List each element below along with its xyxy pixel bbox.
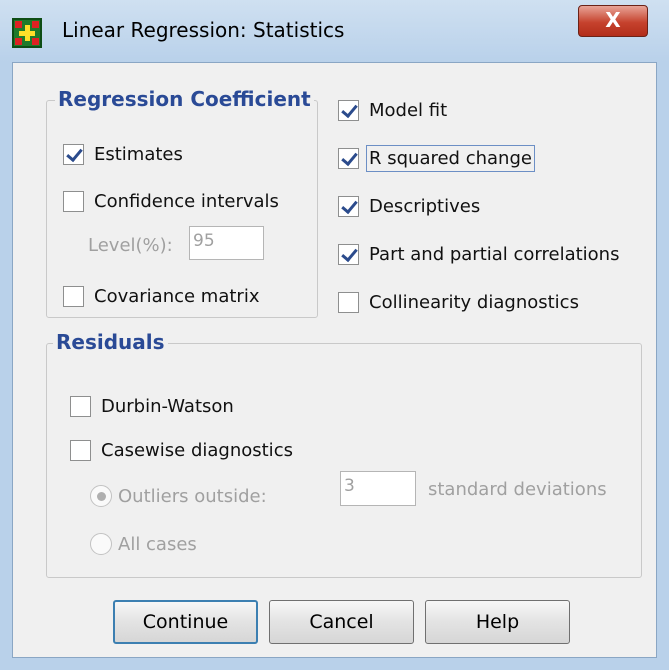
outliers-outside-label: Outliers outside: xyxy=(118,485,267,507)
part-partial-correlations-option[interactable]: Part and partial correlations xyxy=(338,244,619,265)
outliers-outside-option[interactable]: Outliers outside: xyxy=(90,485,267,507)
window-title: Linear Regression: Statistics xyxy=(62,18,345,42)
descriptives-option[interactable]: Descriptives xyxy=(338,196,480,217)
durbin-watson-checkbox[interactable] xyxy=(70,396,91,417)
durbin-watson-label: Durbin-Watson xyxy=(101,396,234,417)
r-squared-change-checkbox[interactable] xyxy=(338,148,359,169)
all-cases-label: All cases xyxy=(118,533,197,555)
collinearity-diagnostics-checkbox[interactable] xyxy=(338,292,359,313)
collinearity-diagnostics-label: Collinearity diagnostics xyxy=(369,292,579,313)
dialog-window: Linear Regression: Statistics X Regressi… xyxy=(0,0,669,670)
part-partial-correlations-checkbox[interactable] xyxy=(338,244,359,265)
all-cases-option[interactable]: All cases xyxy=(90,533,197,555)
level-input[interactable]: 95 xyxy=(189,226,264,260)
confidence-intervals-label: Confidence intervals xyxy=(94,191,279,212)
residuals-title: Residuals xyxy=(53,330,168,354)
durbin-watson-option[interactable]: Durbin-Watson xyxy=(70,396,234,417)
part-partial-correlations-label: Part and partial correlations xyxy=(369,244,620,265)
estimates-label: Estimates xyxy=(94,144,183,165)
covariance-matrix-checkbox[interactable] xyxy=(63,286,84,307)
model-fit-label: Model fit xyxy=(369,100,448,121)
close-button[interactable]: X xyxy=(578,5,648,37)
descriptives-checkbox[interactable] xyxy=(338,196,359,217)
title-bar[interactable]: Linear Regression: Statistics X xyxy=(0,0,669,62)
covariance-matrix-option[interactable]: Covariance matrix xyxy=(63,286,259,307)
cancel-button[interactable]: Cancel xyxy=(269,600,414,644)
covariance-matrix-label: Covariance matrix xyxy=(94,286,260,307)
r-squared-change-label: R squared change xyxy=(366,145,535,172)
confidence-intervals-checkbox[interactable] xyxy=(63,191,84,212)
continue-button[interactable]: Continue xyxy=(113,600,258,644)
casewise-diagnostics-checkbox[interactable] xyxy=(70,440,91,461)
estimates-checkbox[interactable] xyxy=(63,144,84,165)
level-label: Level(%): xyxy=(88,235,173,256)
regression-coefficient-title: Regression Coefficient xyxy=(55,87,314,111)
model-fit-checkbox[interactable] xyxy=(338,100,359,121)
estimates-option[interactable]: Estimates xyxy=(63,144,183,165)
outliers-outside-radio[interactable] xyxy=(90,485,112,507)
casewise-diagnostics-option[interactable]: Casewise diagnostics xyxy=(70,440,293,461)
confidence-intervals-option[interactable]: Confidence intervals xyxy=(63,191,279,212)
casewise-diagnostics-label: Casewise diagnostics xyxy=(101,440,293,461)
dialog-client-area: Regression Coefficient Estimates Confide… xyxy=(12,62,657,658)
descriptives-label: Descriptives xyxy=(369,196,481,217)
outliers-input[interactable]: 3 xyxy=(340,471,416,506)
spss-app-icon xyxy=(12,18,42,48)
standard-deviations-label: standard deviations xyxy=(428,479,607,500)
all-cases-radio[interactable] xyxy=(90,533,112,555)
r-squared-change-option[interactable]: R squared change xyxy=(338,145,535,172)
help-button[interactable]: Help xyxy=(425,600,570,644)
collinearity-diagnostics-option[interactable]: Collinearity diagnostics xyxy=(338,292,579,313)
model-fit-option[interactable]: Model fit xyxy=(338,100,447,121)
